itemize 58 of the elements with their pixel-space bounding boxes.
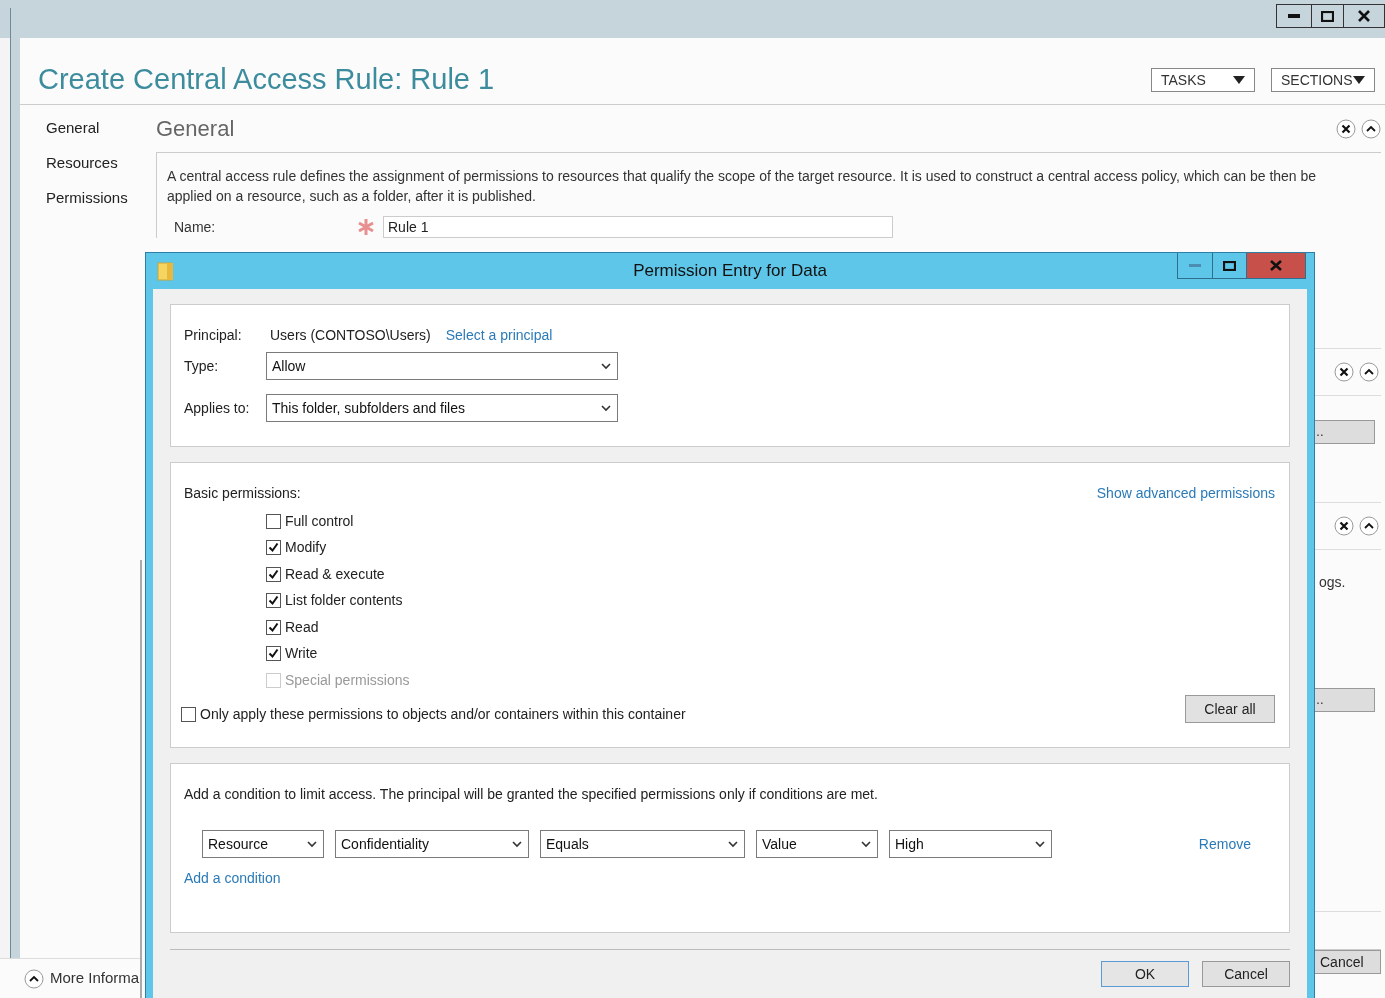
dropdown[interactable]: Value [756, 830, 878, 858]
collapse-icon[interactable] [1361, 118, 1381, 139]
remove-link[interactable]: Remove [1198, 833, 1251, 855]
dropdown-arrow-icon [1353, 76, 1365, 84]
description-text: ogs. [1319, 573, 1346, 592]
dialog-button[interactable]: OK [1101, 961, 1189, 987]
checkbox[interactable] [266, 593, 281, 609]
checkbox[interactable] [266, 513, 281, 529]
checkbox[interactable] [266, 566, 281, 582]
checkbox[interactable] [266, 646, 281, 662]
principal-label: Principal: [184, 325, 243, 345]
close-icon[interactable] [1334, 516, 1354, 536]
checkbox-label[interactable]: List folder contents [285, 590, 403, 612]
more-information-label[interactable]: More Informa [50, 967, 140, 990]
dropdown[interactable]: Allow [266, 352, 618, 380]
condition-description: Add a condition to limit access. The principal will be granted the specified permissions only if conditions are met. [184, 785, 879, 804]
required-asterisk-icon [357, 218, 375, 236]
collapse-icon[interactable] [1359, 516, 1379, 536]
dialog-title: Permission Entry for Data [633, 260, 827, 283]
dropdown[interactable]: Equals [540, 830, 745, 858]
collapse-icon[interactable] [1359, 362, 1379, 382]
name-field[interactable]: Rule 1 [383, 216, 893, 238]
show-advanced-permissions-link[interactable]: Show advanced permissions [1096, 483, 1275, 504]
section-heading: General [156, 115, 235, 143]
clear-all-button[interactable]: Clear all [1185, 695, 1275, 723]
nav-item[interactable]: Resources [46, 154, 142, 172]
dropdown[interactable]: High [889, 830, 1052, 858]
checkbox-label[interactable]: Read [285, 616, 319, 638]
checkbox-label[interactable]: Write [285, 643, 318, 665]
principal-value: Users (CONTOSO\Users) [270, 325, 431, 345]
dropdown-arrow-icon [1233, 76, 1245, 84]
menu-dropdown[interactable]: SECTIONS [1271, 68, 1375, 92]
checkbox[interactable] [266, 619, 281, 635]
dropdown[interactable]: Confidentiality [335, 830, 529, 858]
folder-icon [157, 261, 175, 281]
dropdown[interactable]: Resource [202, 830, 324, 858]
checkbox[interactable] [181, 706, 196, 722]
applies-to-label: Applies to: [184, 398, 251, 418]
checkbox[interactable] [266, 540, 281, 556]
type-label: Type: [184, 356, 220, 376]
close-icon[interactable] [1334, 362, 1354, 382]
dropdown[interactable]: This folder, subfolders and files [266, 394, 618, 422]
name-label: Name: [174, 217, 217, 237]
description-text: A central access rule defines the assignment of permissions to resources that qualify the scope of the target resource. It is used to construct a central access policy, which can be then be applied on a resource, such as a folder, after it is published. [167, 167, 1318, 206]
collapse-icon[interactable] [24, 968, 44, 989]
checkbox-label[interactable]: Modify [285, 537, 327, 559]
nav-item[interactable]: General [46, 119, 142, 137]
window-title: Create Central Access Rule: Rule 1 [38, 65, 495, 94]
close-icon[interactable] [1336, 118, 1356, 139]
menu-dropdown[interactable]: TASKS [1151, 68, 1255, 92]
checkbox-label[interactable]: Read & execute [285, 563, 385, 585]
basic-permissions-label: Basic permissions: [184, 484, 301, 503]
select-principal-link[interactable]: Select a principal [445, 324, 553, 346]
add-condition-link[interactable]: Add a condition [184, 868, 281, 889]
nav-item[interactable]: Permissions [46, 189, 142, 207]
checkbox-label[interactable]: Only apply these permissions to objects and/or containers within this container [200, 703, 686, 725]
dialog-button[interactable]: Cancel [1202, 961, 1290, 987]
checkbox-label[interactable]: Full control [285, 510, 354, 532]
